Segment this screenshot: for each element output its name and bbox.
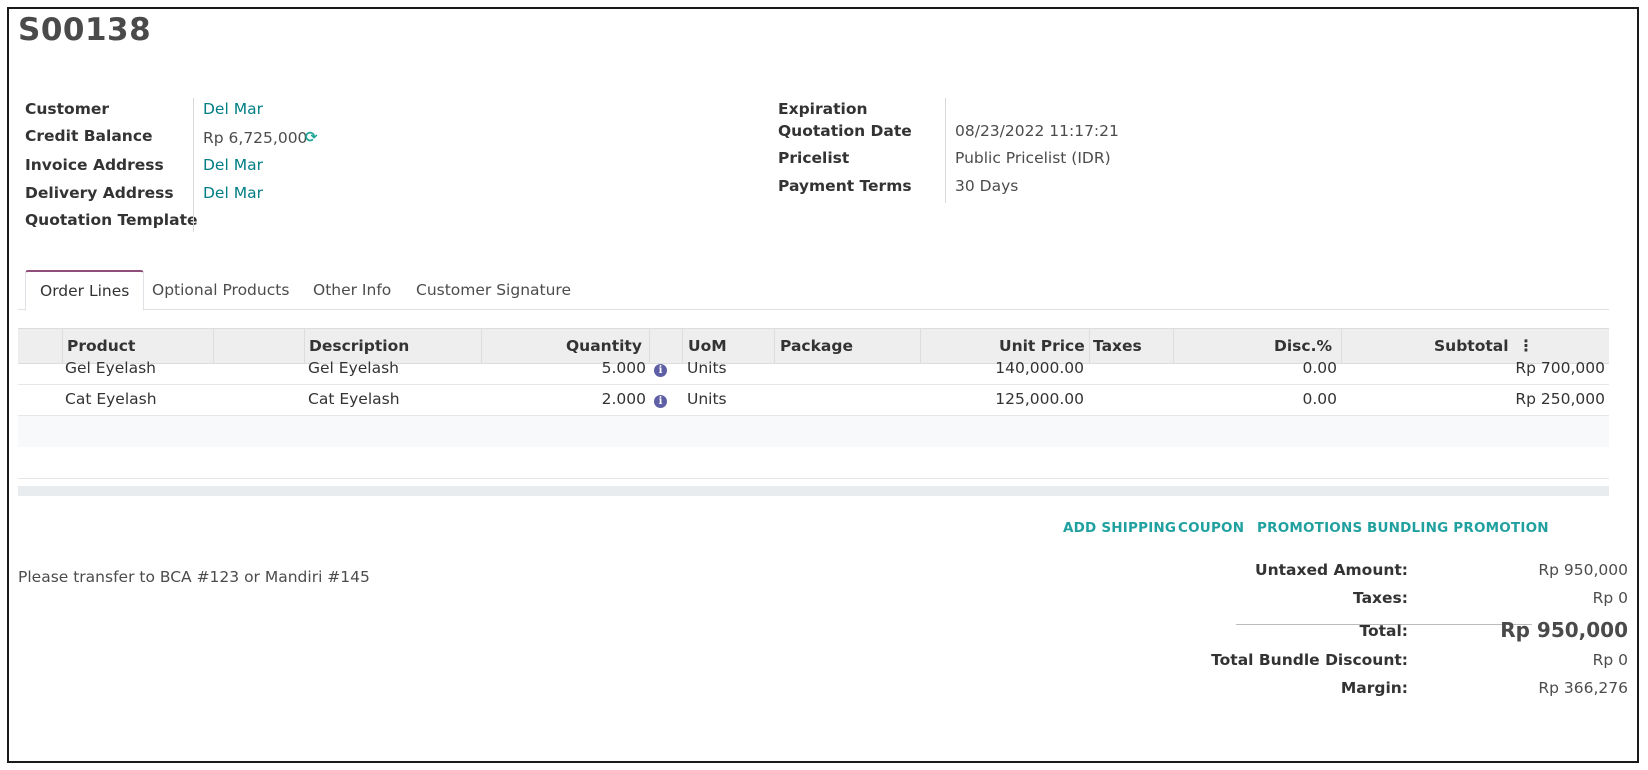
tab-order-lines[interactable]: Order Lines xyxy=(25,270,145,311)
record-title: S00138 xyxy=(18,12,152,48)
customer-link[interactable]: Del Mar xyxy=(203,100,263,118)
pricelist-value[interactable]: Public Pricelist (IDR) xyxy=(955,149,1111,167)
invoice-address-link[interactable]: Del Mar xyxy=(203,156,263,174)
expiration-label: Expiration xyxy=(778,100,868,118)
description-cell[interactable]: Cat Eyelash xyxy=(308,384,400,415)
delivery-address-link[interactable]: Del Mar xyxy=(203,184,263,202)
bundling-promotion-button[interactable]: BUNDLING PROMOTION xyxy=(1367,520,1549,536)
empty-row xyxy=(18,447,1609,479)
delivery-address-label: Delivery Address xyxy=(25,184,174,202)
subtotal-cell: Rp 700,000 xyxy=(1515,359,1605,377)
description-cell[interactable]: Gel Eyelash xyxy=(308,353,399,384)
refresh-icon[interactable]: ⟳ xyxy=(305,128,318,146)
quotation-date-label: Quotation Date xyxy=(778,122,912,140)
pricelist-label: Pricelist xyxy=(778,149,850,167)
margin-value: Rp 366,276 xyxy=(1538,679,1628,697)
credit-balance-value: Rp 6,725,000 xyxy=(203,129,308,147)
table-row[interactable]: Gel Eyelash Gel Eyelash 5.000 i Units 14… xyxy=(18,353,1609,385)
total-label: Total: xyxy=(1359,622,1408,640)
product-cell[interactable]: Gel Eyelash xyxy=(65,353,156,384)
empty-row xyxy=(18,416,1609,448)
margin-label: Margin: xyxy=(1340,679,1408,697)
credit-balance-label: Credit Balance xyxy=(25,127,153,145)
customer-label: Customer xyxy=(25,100,110,118)
uom-cell[interactable]: Units xyxy=(687,353,727,384)
taxes-label: Taxes: xyxy=(1353,589,1408,607)
notebook-tabs: Order Lines Optional Products Other Info… xyxy=(18,270,1609,311)
unit-price-cell[interactable]: 140,000.00 xyxy=(995,353,1084,384)
quotation-template-label: Quotation Template xyxy=(25,211,198,229)
product-cell[interactable]: Cat Eyelash xyxy=(65,384,157,415)
terms-note[interactable]: Please transfer to BCA #123 or Mandiri #… xyxy=(18,568,370,586)
quantity-cell[interactable]: 2.000 xyxy=(602,384,646,415)
uom-cell[interactable]: Units xyxy=(687,384,727,415)
tab-other-info[interactable]: Other Info xyxy=(313,270,391,310)
field-divider xyxy=(193,98,194,232)
bundle-discount-value: Rp 0 xyxy=(1592,651,1628,669)
subtotal-cell: Rp 250,000 xyxy=(1515,390,1605,408)
invoice-address-label: Invoice Address xyxy=(25,156,164,174)
untaxed-amount-value: Rp 950,000 xyxy=(1538,561,1628,579)
add-shipping-button[interactable]: ADD SHIPPING xyxy=(1063,520,1176,536)
unit-price-cell[interactable]: 125,000.00 xyxy=(995,384,1084,415)
untaxed-amount-label: Untaxed Amount: xyxy=(1255,561,1408,579)
total-value: Rp 950,000 xyxy=(1500,618,1628,642)
coupon-button[interactable]: COUPON xyxy=(1178,520,1244,536)
tab-optional-products[interactable]: Optional Products xyxy=(152,270,289,310)
tab-customer-signature[interactable]: Customer Signature xyxy=(416,270,571,310)
bundle-discount-label: Total Bundle Discount: xyxy=(1211,651,1408,669)
info-icon[interactable]: i xyxy=(654,353,667,384)
payment-terms-label: Payment Terms xyxy=(778,177,912,195)
table-row[interactable]: Cat Eyelash Cat Eyelash 2.000 i Units 12… xyxy=(18,384,1609,416)
quantity-cell[interactable]: 5.000 xyxy=(602,353,646,384)
payment-terms-value[interactable]: 30 Days xyxy=(955,177,1018,195)
table-footer xyxy=(18,486,1609,496)
discount-cell[interactable]: 0.00 xyxy=(1302,353,1337,384)
promotions-button[interactable]: PROMOTIONS xyxy=(1257,520,1362,536)
taxes-value: Rp 0 xyxy=(1592,589,1628,607)
quotation-date-value[interactable]: 08/23/2022 11:17:21 xyxy=(955,122,1119,140)
discount-cell[interactable]: 0.00 xyxy=(1302,384,1337,415)
info-icon[interactable]: i xyxy=(654,384,667,415)
field-divider xyxy=(945,98,946,203)
